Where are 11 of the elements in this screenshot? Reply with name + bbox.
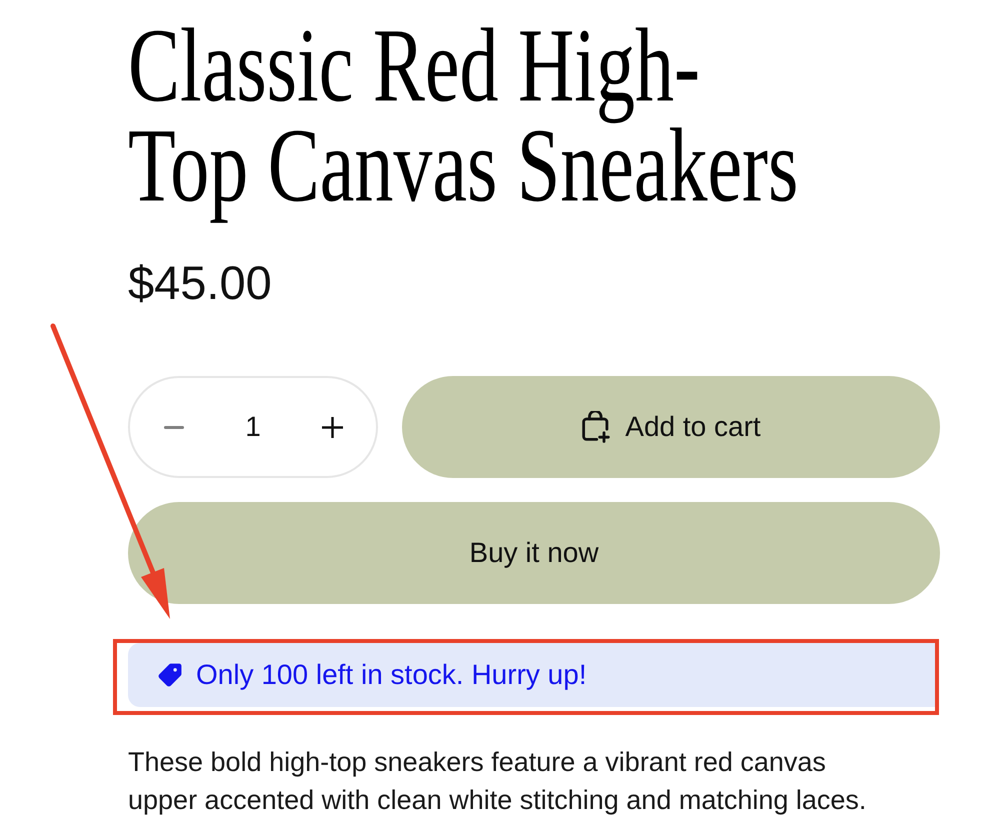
plus-icon [322,416,342,438]
buy-now-button[interactable]: Buy it now [128,502,940,604]
product-price: $45.00 [128,259,272,306]
add-to-cart-button[interactable]: Add to cart [402,376,940,478]
stock-notice-text: Only 100 left in stock. Hurry up! [196,658,587,692]
product-description: These bold high-top sneakers feature a vibrant red canvas upper accented with clean white stitching and matching laces. [128,746,868,817]
bag-plus-icon [581,411,612,443]
quantity-input[interactable]: 1 [223,406,283,448]
minus-icon [164,426,184,428]
product-title: Classic Red High-Top Canvas Sneakers [128,6,800,225]
tag-icon [158,663,182,687]
